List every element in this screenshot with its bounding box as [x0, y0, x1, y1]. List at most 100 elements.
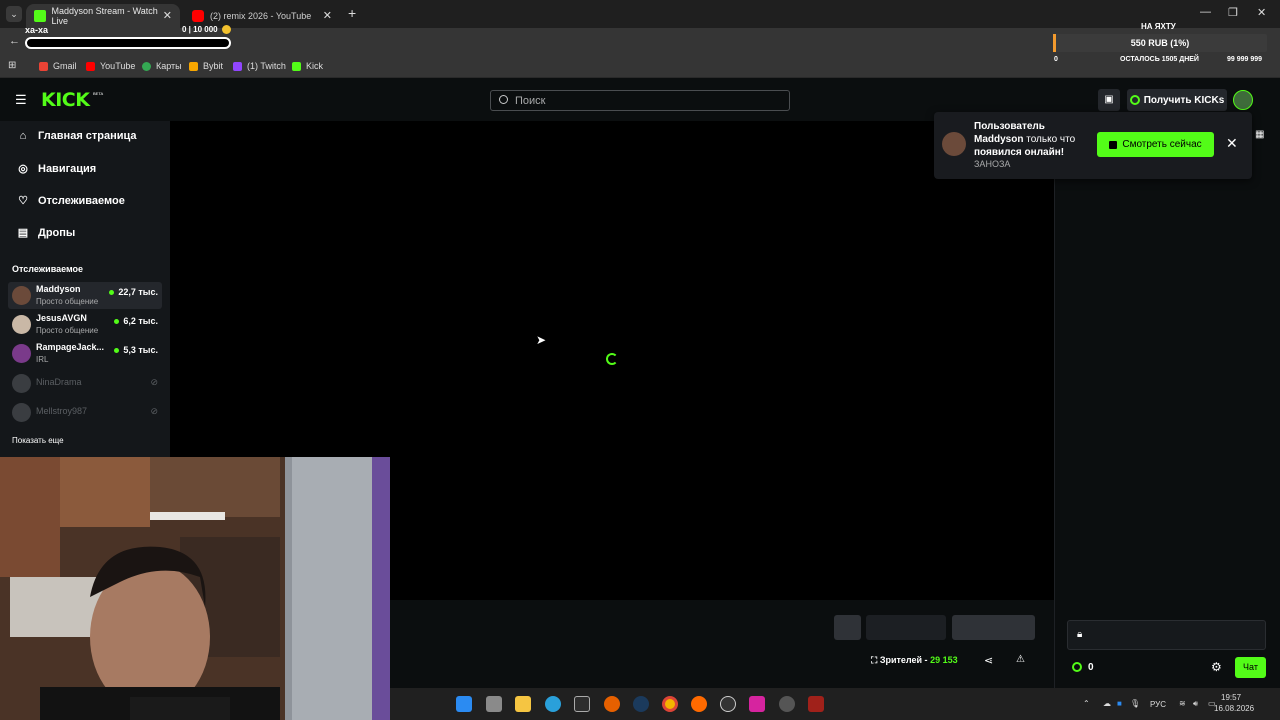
nav-browse[interactable]: ◎ Навигация — [16, 162, 96, 176]
windows-start-icon[interactable] — [456, 696, 472, 712]
tray-app-icon[interactable]: ☁ — [1103, 699, 1111, 708]
watch-now-button[interactable]: Смотреть сейчас — [1097, 132, 1214, 157]
followed-channel-maddyson[interactable]: Maddyson Просто общение 22,7 тыс. — [8, 282, 162, 309]
avatar — [12, 286, 31, 305]
clock-time[interactable]: 19:57 — [1221, 693, 1241, 702]
avatar — [12, 374, 31, 393]
followed-channel-rampagejack[interactable]: RampageJack... IRL 5,3 тыс. — [8, 340, 162, 367]
bookmark-bybit[interactable]: Bybit — [189, 61, 223, 71]
offline-icon: ⊘ — [150, 406, 158, 416]
action-placeholder[interactable] — [834, 615, 861, 640]
app-icon[interactable] — [720, 696, 736, 712]
gmail-icon — [39, 61, 48, 71]
close-notification-icon[interactable]: ✕ — [1226, 135, 1238, 152]
media-player-icon[interactable] — [779, 696, 795, 712]
chat-gift-icon[interactable]: ▦ — [1255, 129, 1264, 140]
coin-icon — [222, 25, 231, 34]
wifi-icon[interactable]: ≋ — [1179, 699, 1186, 708]
kick-icon — [292, 61, 301, 71]
show-more-link[interactable]: Показать еще — [12, 436, 64, 445]
app-icon[interactable] — [691, 696, 707, 712]
file-explorer-icon[interactable] — [515, 696, 531, 712]
followed-channel-mellstroy987[interactable]: Mellstroy987 ⊘ — [8, 399, 162, 426]
hyper-icon[interactable] — [574, 696, 590, 712]
get-kicks-button[interactable]: Получить KICKs — [1127, 89, 1227, 111]
inventory-icon[interactable]: ▣ — [1098, 89, 1120, 111]
back-arrow-icon[interactable]: ← — [9, 35, 20, 47]
kicks-balance: 0 — [1088, 662, 1094, 673]
close-tab-icon[interactable]: ✕ — [323, 9, 332, 22]
search-input[interactable]: Поиск — [490, 90, 790, 111]
loading-spinner-icon — [606, 353, 618, 365]
minimize-icon[interactable]: — — [1200, 6, 1211, 18]
followed-channel-jesusavgn[interactable]: JesusAVGN Просто общение 6,2 тыс. — [8, 311, 162, 338]
bookmark-youtube[interactable]: YouTube — [86, 61, 135, 71]
close-window-icon[interactable]: ✕ — [1257, 6, 1266, 19]
kick-logo[interactable]: KICK — [41, 89, 90, 111]
chrome-icon[interactable] — [662, 696, 678, 712]
webcam-overlay — [0, 457, 390, 720]
maximize-icon[interactable]: ❐ — [1228, 6, 1238, 19]
goal-remaining: ОСТАЛОСЬ 1505 ДНЕЙ — [1120, 56, 1199, 63]
goal-title: НА ЯХТУ — [1141, 22, 1176, 31]
chat-settings-gear-icon[interactable]: ⚙ — [1211, 660, 1222, 674]
tray-app-icon[interactable]: ■ — [1117, 699, 1122, 708]
tray-chevron-icon[interactable]: ⌃ — [1083, 699, 1090, 708]
goal-max: 99 999 999 — [1227, 56, 1263, 63]
live-dot-icon — [114, 319, 120, 325]
close-tab-icon[interactable]: ✕ — [163, 9, 172, 22]
bookmark-twitch[interactable]: (1) Twitch — [233, 61, 286, 71]
hamburger-menu-icon[interactable]: ☰ — [15, 92, 27, 108]
goal-amount: 550 RUB (1%) — [1130, 38, 1190, 48]
dota-icon[interactable] — [808, 696, 824, 712]
heart-icon: ♡ — [18, 195, 28, 207]
youtube-favicon-icon — [192, 10, 204, 22]
volume-icon[interactable]: 🔊︎ — [1193, 699, 1198, 709]
avatar — [12, 315, 31, 334]
nav-home[interactable]: ⌂ Главная страница — [16, 130, 137, 142]
task-view-icon[interactable] — [486, 696, 502, 712]
tab-maddyson-stream[interactable]: Maddyson Stream - Watch Live ✕ — [26, 4, 180, 28]
kicks-coin-icon — [1129, 95, 1140, 105]
chat-input[interactable]: 🔒︎ — [1067, 620, 1266, 650]
nav-drops[interactable]: ▤ Дропы — [16, 226, 76, 240]
youtube-icon — [86, 61, 95, 71]
action-placeholder[interactable] — [952, 615, 1035, 640]
bookmark-kick[interactable]: Kick — [292, 61, 323, 71]
action-placeholder[interactable] — [866, 615, 946, 640]
chat-send-button[interactable]: Чат — [1235, 657, 1266, 678]
search-placeholder: Поиск — [515, 95, 546, 107]
bookmark-maps[interactable]: Карты — [142, 61, 182, 71]
overlay-progress-bar — [25, 37, 231, 49]
notification-line1: Пользователь — [974, 121, 1045, 132]
windows-taskbar: ⌃ ☁ ■ 🎙︎ РУС ≋ 🔊︎ ▭ 19:57 16.08.2026 — [390, 688, 1280, 720]
instagram-icon[interactable] — [749, 696, 765, 712]
bookmark-gmail[interactable]: Gmail — [39, 61, 77, 71]
mouse-cursor-icon: ➤ — [536, 333, 547, 347]
firefox-icon[interactable] — [604, 696, 620, 712]
clip-icon[interactable]: ⚠ — [1016, 654, 1025, 665]
notification-channel: Maddyson — [974, 134, 1024, 145]
steam-icon[interactable] — [633, 696, 649, 712]
clock-date[interactable]: 16.08.2026 — [1214, 704, 1254, 713]
apps-grid-icon[interactable]: ⊞ — [8, 60, 16, 71]
telegram-icon[interactable] — [545, 696, 561, 712]
tab-search-button[interactable]: ⌄ — [6, 6, 22, 22]
microphone-icon[interactable]: 🎙︎ — [1130, 699, 1140, 708]
nav-following[interactable]: ♡ Отслеживаемое — [16, 194, 125, 208]
live-dot-icon — [109, 290, 115, 296]
followed-channel-ninadrama[interactable]: NinaDrama ⊘ — [8, 370, 162, 397]
search-icon — [499, 95, 508, 104]
avatar — [12, 344, 31, 363]
new-tab-button[interactable]: + — [348, 5, 356, 21]
live-dot-icon — [114, 348, 120, 354]
bookmarks-bar: ⊞ Gmail YouTube Карты Bybit (1) Twitch K… — [0, 56, 1280, 78]
browser-toolbar: ← ха-ха 0 | 10 000 НА ЯХТУ 550 RUB (1%) — [0, 22, 1280, 56]
avatar — [12, 403, 31, 422]
notification-line3: появился онлайн! — [974, 147, 1065, 158]
gift-icon: ▤ — [17, 227, 29, 239]
share-icon[interactable]: ⋖ — [984, 654, 993, 667]
tv-icon — [1109, 140, 1118, 149]
user-avatar[interactable] — [1233, 90, 1253, 110]
language-indicator[interactable]: РУС — [1150, 700, 1166, 709]
